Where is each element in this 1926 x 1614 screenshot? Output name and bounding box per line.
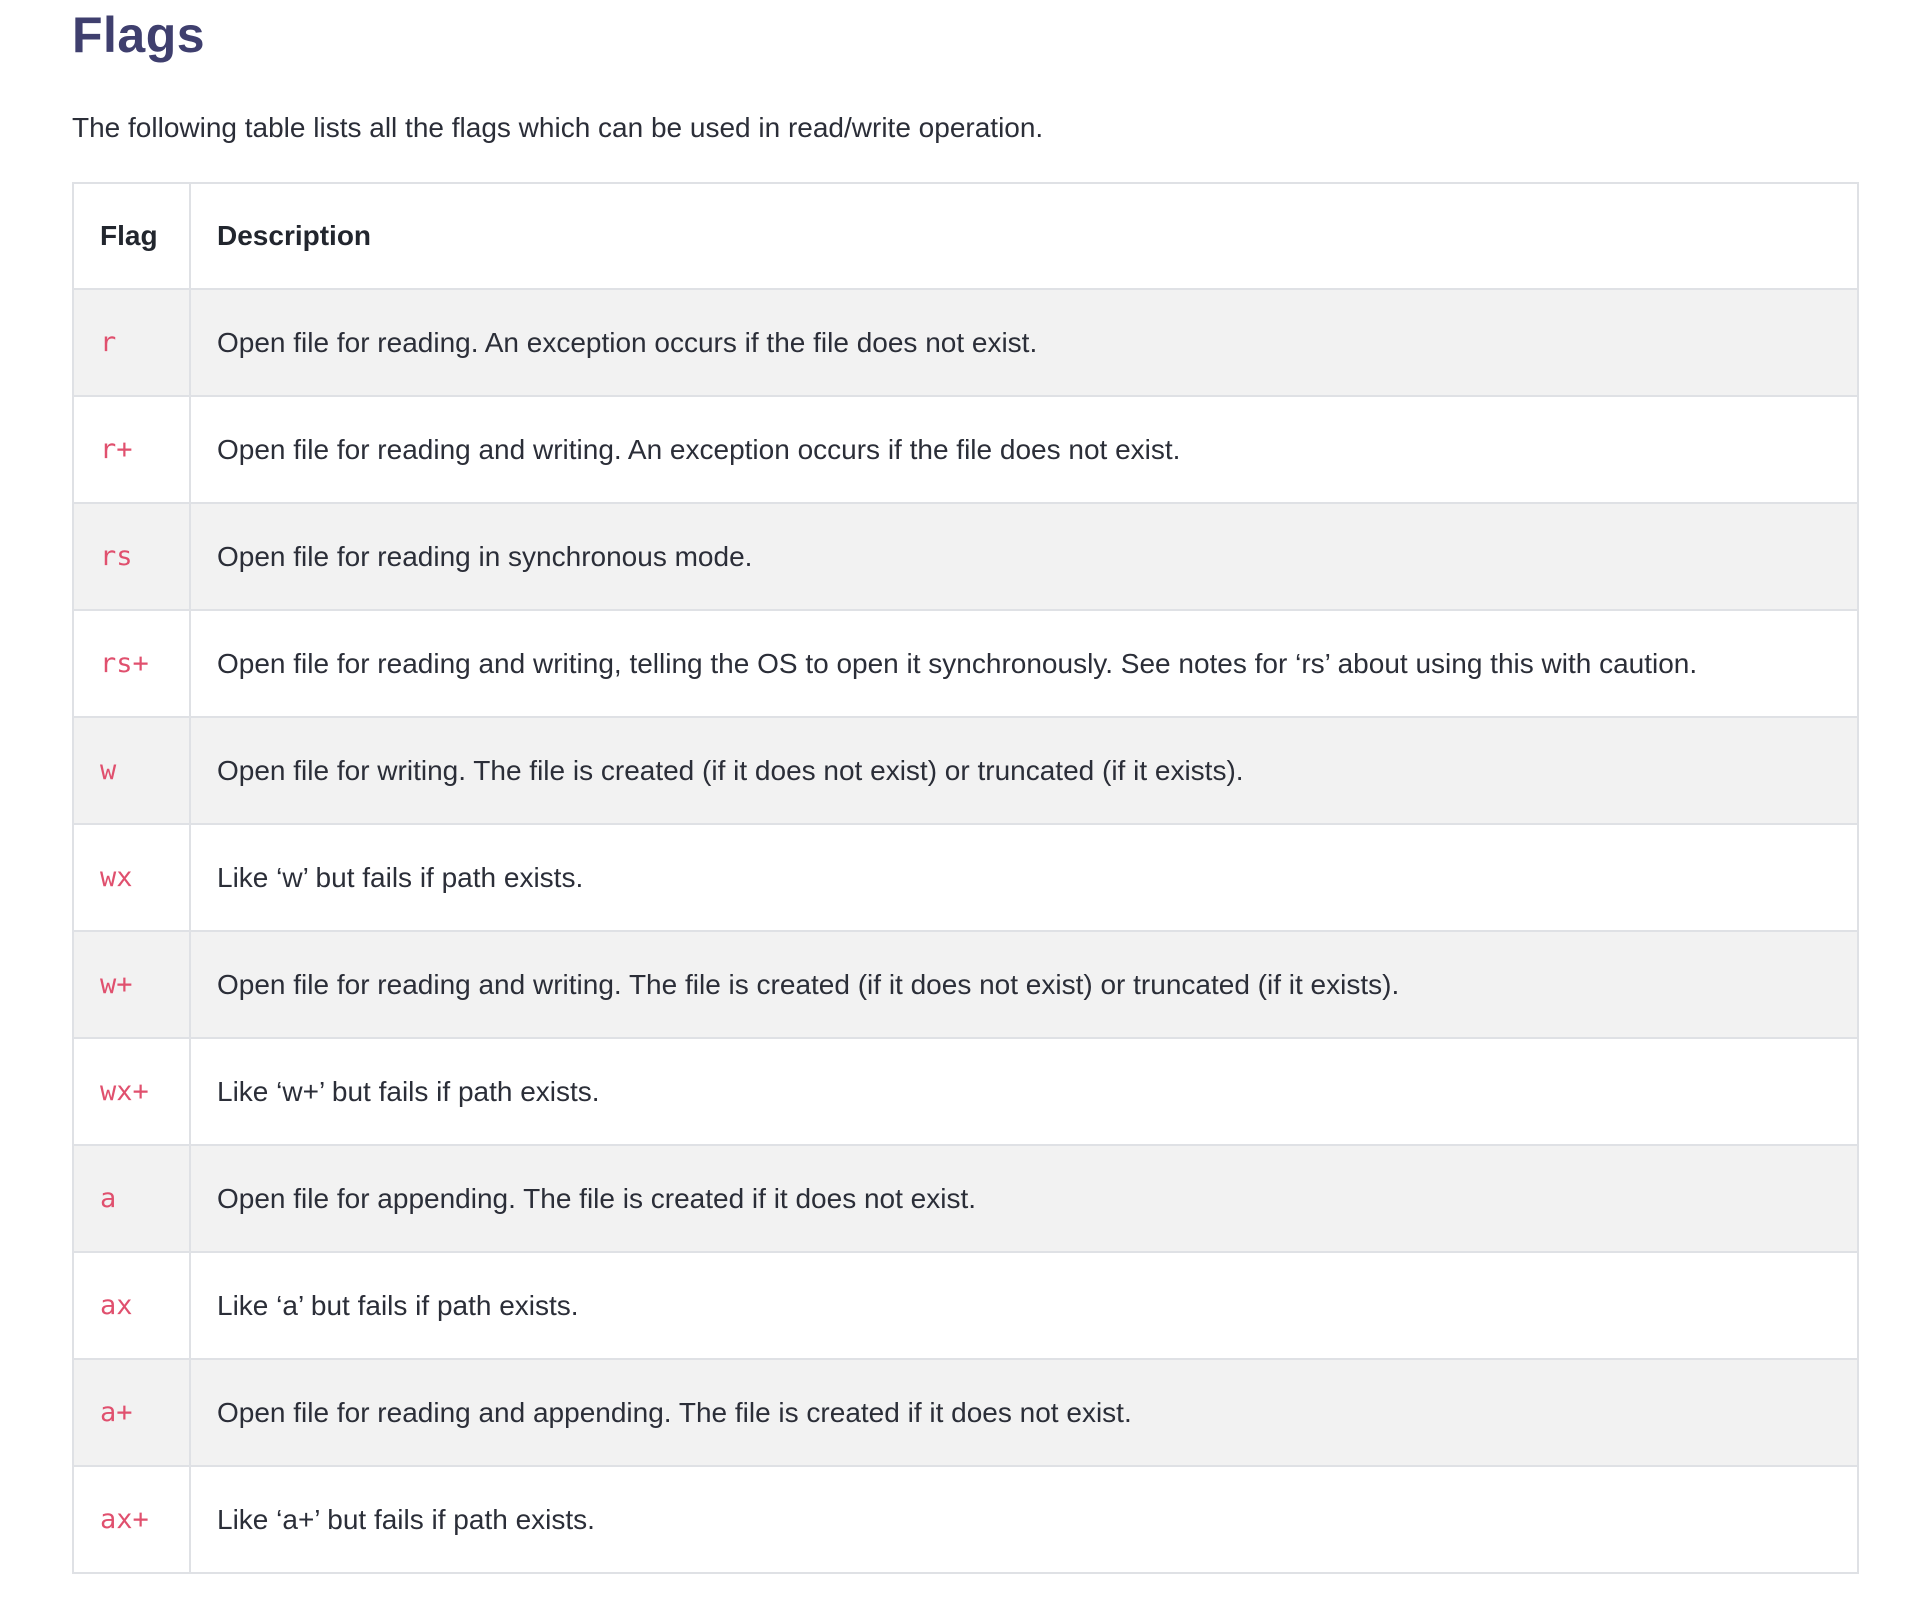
flag-cell: rs xyxy=(72,502,191,611)
flag-cell: wx+ xyxy=(72,1037,191,1146)
flag-cell: w xyxy=(72,716,191,825)
column-header-flag: Flag xyxy=(72,182,191,290)
flag-code: rs+ xyxy=(100,648,149,679)
table-row: wx Like ‘w’ but fails if path exists. xyxy=(72,823,1859,932)
table-row: ax Like ‘a’ but fails if path exists. xyxy=(72,1251,1859,1360)
table-row: w+ Open file for reading and writing. The… xyxy=(72,930,1859,1039)
intro-paragraph: The following table lists all the flags … xyxy=(72,112,1044,143)
flag-code: wx+ xyxy=(100,1076,149,1107)
description-cell: Like ‘w+’ but fails if path exists. xyxy=(189,1037,1859,1146)
flags-table: Flag Description r Open file for reading.… xyxy=(72,182,1859,1574)
description-cell: Open file for appending. The file is cre… xyxy=(189,1144,1859,1253)
table-row: r+ Open file for reading and writing. An … xyxy=(72,395,1859,504)
flag-cell: r+ xyxy=(72,395,191,504)
flag-code: w xyxy=(100,755,117,786)
flag-code: r xyxy=(100,327,117,358)
description-cell: Open file for reading and writing. An ex… xyxy=(189,395,1859,504)
flag-cell: w+ xyxy=(72,930,191,1039)
flag-cell: r xyxy=(72,288,191,397)
table-row: rs Open file for reading in synchronous m… xyxy=(72,502,1859,611)
flag-cell: a xyxy=(72,1144,191,1253)
column-header-description: Description xyxy=(189,182,1859,290)
table-row: a Open file for appending. The file is cr… xyxy=(72,1144,1859,1253)
flag-code: w+ xyxy=(100,969,133,1000)
flag-code: wx xyxy=(100,862,133,893)
flag-code: a xyxy=(100,1183,117,1214)
page-title: Flags xyxy=(72,7,206,63)
description-cell: Like ‘a’ but fails if path exists. xyxy=(189,1251,1859,1360)
table-row: w Open file for writing. The file is crea… xyxy=(72,716,1859,825)
table-header-row: Flag Description xyxy=(72,182,1859,290)
description-cell: Like ‘a+’ but fails if path exists. xyxy=(189,1465,1859,1574)
flag-cell: a+ xyxy=(72,1358,191,1467)
flag-cell: ax xyxy=(72,1251,191,1360)
flag-cell: ax+ xyxy=(72,1465,191,1574)
table-row: wx+ Like ‘w+’ but fails if path exists. xyxy=(72,1037,1859,1146)
flag-code: r+ xyxy=(100,434,133,465)
flag-code: a+ xyxy=(100,1397,133,1428)
flag-cell: wx xyxy=(72,823,191,932)
table-row: a+ Open file for reading and appending. T… xyxy=(72,1358,1859,1467)
description-cell: Open file for reading and writing. The f… xyxy=(189,930,1859,1039)
description-cell: Open file for reading. An exception occu… xyxy=(189,288,1859,397)
description-cell: Open file for reading and appending. The… xyxy=(189,1358,1859,1467)
table-row: ax+ Like ‘a+’ but fails if path exists. xyxy=(72,1465,1859,1574)
table-row: rs+ Open file for reading and writing, te… xyxy=(72,609,1859,718)
description-cell: Open file for writing. The file is creat… xyxy=(189,716,1859,825)
description-cell: Open file for reading in synchronous mod… xyxy=(189,502,1859,611)
description-cell: Open file for reading and writing, telli… xyxy=(189,609,1859,718)
description-cell: Like ‘w’ but fails if path exists. xyxy=(189,823,1859,932)
flag-cell: rs+ xyxy=(72,609,191,718)
table-row: r Open file for reading. An exception occ… xyxy=(72,288,1859,397)
flag-code: rs xyxy=(100,541,133,572)
flag-code: ax xyxy=(100,1290,133,1321)
flag-code: ax+ xyxy=(100,1504,149,1535)
